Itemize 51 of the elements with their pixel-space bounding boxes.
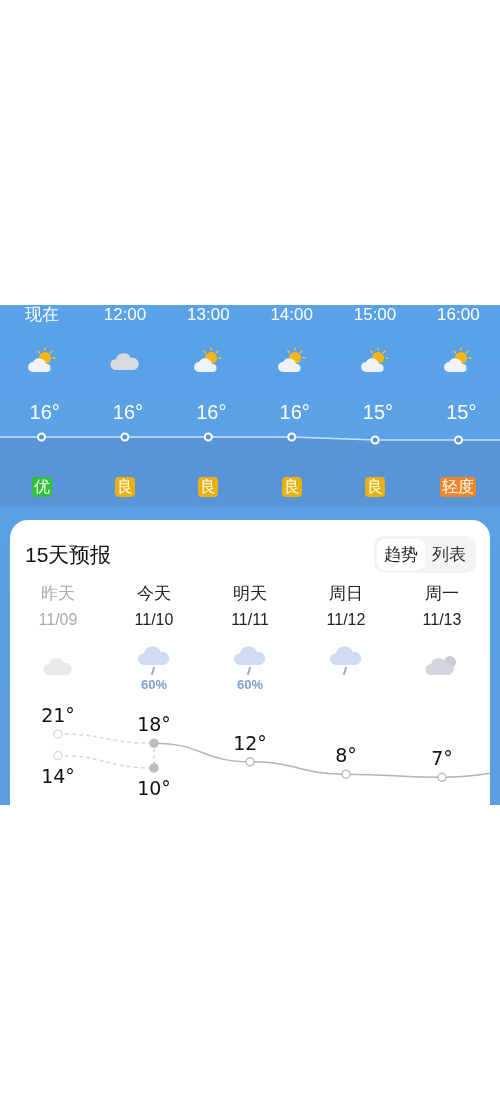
high-temperature: 21° — [41, 703, 75, 726]
day-name: 周日 — [329, 584, 363, 604]
view-tab[interactable]: 趋势 — [377, 538, 425, 571]
date-label: 11/13 — [422, 610, 462, 630]
view-tab[interactable]: 列表 — [425, 538, 473, 571]
hour-label: 15:00 — [352, 305, 398, 325]
day-name: 今天 — [137, 584, 171, 604]
cloud-icon — [425, 654, 459, 676]
hour-temperature: 15° — [361, 402, 394, 422]
rain-cloud-icon — [329, 644, 363, 676]
date-label: 11/12 — [326, 610, 366, 630]
precipitation-chance: 60% — [141, 677, 167, 691]
air-quality-badge: 良 — [365, 477, 385, 497]
air-quality-badge: 良 — [115, 477, 135, 497]
air-quality-badge: 良 — [281, 477, 302, 497]
low-temperature: 10° — [137, 777, 171, 799]
sun-cloud-icon — [443, 347, 474, 373]
high-temperature: 8° — [335, 744, 357, 767]
rain-cloud-icon — [233, 644, 267, 676]
air-quality-badge: 优 — [31, 477, 52, 497]
hour-temperature: 16° — [195, 402, 227, 422]
hour-temperature: 16° — [111, 402, 144, 422]
date-label: 11/11 — [231, 610, 269, 630]
date-label: 11/09 — [38, 610, 78, 630]
precipitation-chance: 60% — [237, 677, 263, 691]
air-quality-badge: 良 — [198, 477, 219, 497]
day-name: 明天 — [233, 584, 267, 604]
date-label: 11/10 — [134, 610, 174, 630]
hour-label: 13:00 — [186, 305, 231, 325]
air-quality-badge: 轻度 — [440, 477, 477, 497]
hour-label: 现在 — [23, 305, 60, 325]
hour-label: 14:00 — [269, 305, 314, 325]
rain-cloud-icon — [137, 644, 171, 676]
sun-cloud-icon — [26, 347, 57, 373]
day-name: 周一 — [425, 584, 459, 604]
low-temperature: 14° — [41, 764, 75, 787]
hour-temperature: 15° — [445, 402, 477, 422]
high-temperature: 12° — [233, 731, 267, 754]
sun-cloud-icon — [193, 347, 224, 373]
section-title: 15天预报 — [25, 544, 112, 565]
hour-label: 12:00 — [102, 305, 148, 325]
hour-label: 16:00 — [436, 305, 481, 325]
sun-cloud-icon — [276, 347, 307, 373]
hour-temperature: 16° — [28, 402, 60, 422]
high-temperature: 18° — [137, 713, 171, 736]
hour-temperature: 16° — [278, 402, 310, 422]
day-name: 昨天 — [41, 584, 75, 604]
sun-cloud-icon — [360, 347, 390, 373]
temperature-dot — [53, 750, 63, 761]
temperature-dot — [149, 763, 159, 773]
high-temperature: 7° — [431, 747, 453, 770]
